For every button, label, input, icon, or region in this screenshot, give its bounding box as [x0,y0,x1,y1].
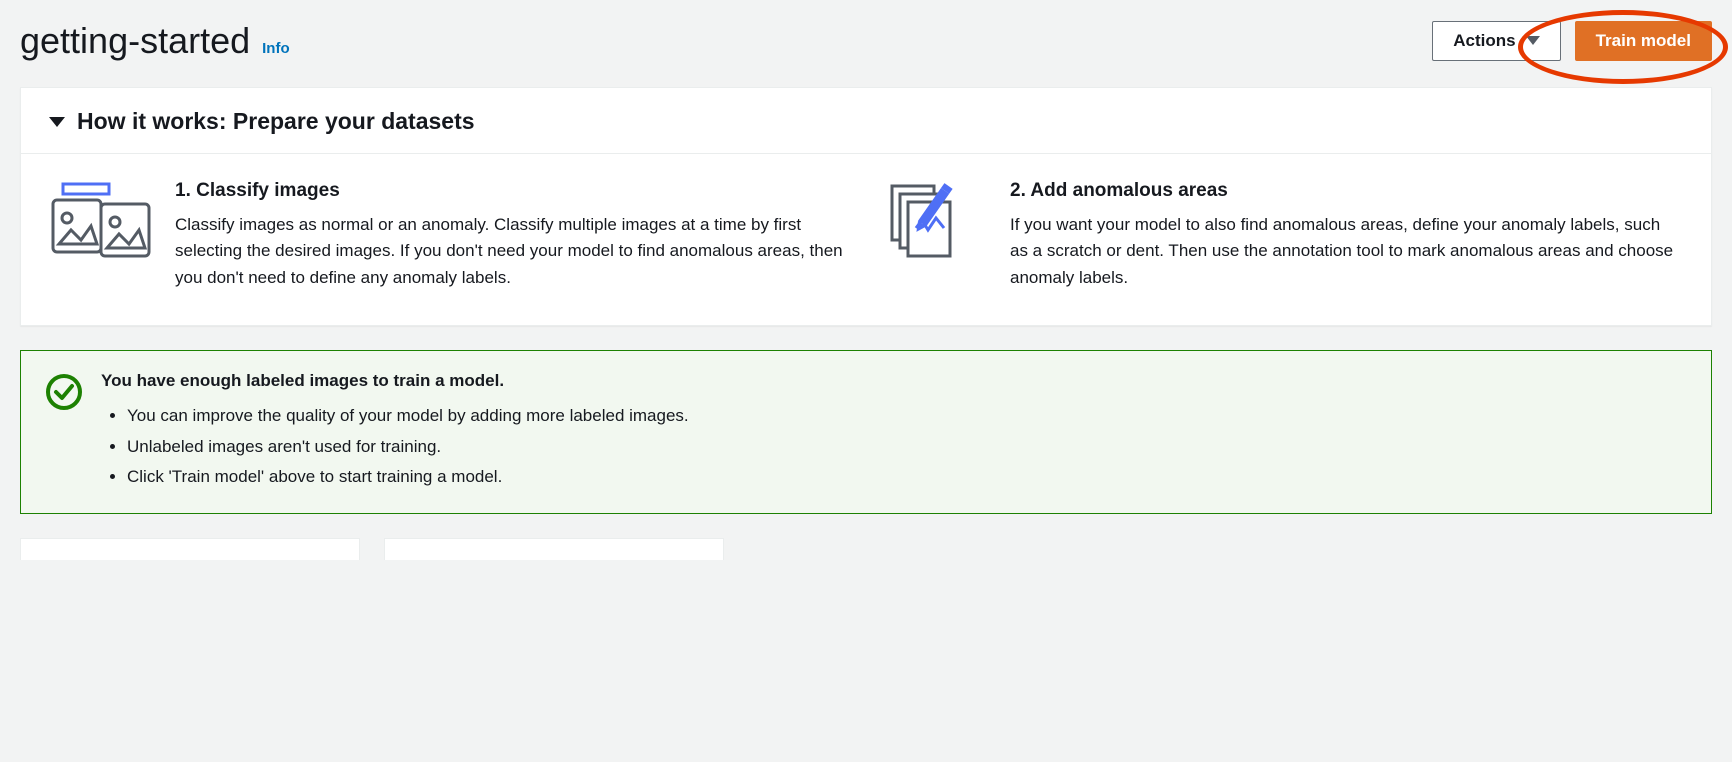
title-block: getting-started Info [20,20,290,62]
info-link[interactable]: Info [262,40,290,57]
step-classify-content: 1. Classify images Classify images as no… [175,180,846,291]
page-header: getting-started Info Actions Train model [20,20,1712,62]
how-it-works-title: How it works: Prepare your datasets [77,108,475,135]
train-model-button-label: Train model [1596,31,1691,51]
step-classify: 1. Classify images Classify images as no… [51,180,846,291]
annotate-icon [886,180,986,291]
tab-stub[interactable] [20,538,360,560]
success-check-icon [45,373,83,414]
alert-body: You have enough labeled images to train … [101,371,689,493]
alert-list: You can improve the quality of your mode… [101,401,689,493]
alert-item: Unlabeled images aren't used for trainin… [127,432,689,463]
how-it-works-panel: How it works: Prepare your datasets [20,87,1712,326]
actions-button[interactable]: Actions [1432,21,1560,61]
how-it-works-header[interactable]: How it works: Prepare your datasets [21,88,1711,154]
tab-stub[interactable] [384,538,724,560]
page-title: getting-started [20,20,250,62]
caret-down-icon [1526,36,1540,45]
classify-images-icon [51,180,151,291]
actions-button-label: Actions [1453,31,1515,51]
collapse-triangle-icon [49,117,65,127]
success-alert: You have enough labeled images to train … [20,350,1712,514]
step-annotate: 2. Add anomalous areas If you want your … [886,180,1681,291]
alert-item: You can improve the quality of your mode… [127,401,689,432]
header-actions: Actions Train model [1432,21,1712,61]
step-annotate-title: 2. Add anomalous areas [1010,180,1681,202]
step-annotate-desc: If you want your model to also find anom… [1010,212,1681,291]
how-it-works-body: 1. Classify images Classify images as no… [21,154,1711,325]
step-classify-title: 1. Classify images [175,180,846,202]
step-classify-desc: Classify images as normal or an anomaly.… [175,212,846,291]
step-annotate-content: 2. Add anomalous areas If you want your … [1010,180,1681,291]
alert-item: Click 'Train model' above to start train… [127,462,689,493]
tab-stub-row [20,538,1712,560]
alert-title: You have enough labeled images to train … [101,371,689,391]
train-model-button[interactable]: Train model [1575,21,1712,61]
